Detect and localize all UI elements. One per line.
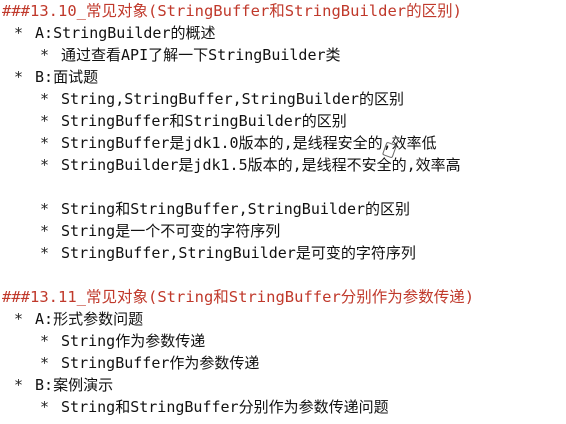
sub-list-item: * 通过查看API了解一下StringBuilder类 — [40, 44, 341, 66]
sub-list-item: * String和StringBuffer分别作为参数传递问题 — [40, 396, 389, 418]
heading-text: ###13.11_常见对象(String和StringBuffer分别作为参数传… — [2, 288, 475, 306]
markdown-editor-view: ###13.10_常见对象(StringBuffer和StringBuilder… — [0, 0, 566, 424]
list-item-a: * A:形式参数问题 — [14, 308, 143, 330]
sub-list-item: * String作为参数传递 — [40, 330, 205, 352]
sub-item-text: StringBuffer,StringBuilder是可变的字符序列 — [61, 244, 416, 262]
sub-item-text: 通过查看API了解一下StringBuilder类 — [61, 46, 341, 64]
sub-item-text: String,StringBuffer,StringBuilder的区别 — [61, 90, 405, 108]
list-item-label: B:面试题 — [35, 68, 99, 86]
sub-item-text: StringBuffer是jdk1.0版本的,是线程安全的,效率低 — [61, 134, 437, 152]
sub-list-item: * StringBuffer作为参数传递 — [40, 352, 259, 374]
bullet-marker: * — [40, 90, 50, 108]
list-item-b: * B:面试题 — [14, 66, 98, 88]
bullet-marker: * — [14, 310, 24, 328]
bullet-marker: * — [40, 200, 50, 218]
sub-item-text: StringBuffer和StringBuilder的区别 — [61, 112, 347, 130]
sub-item-text: String是一个不可变的字符序列 — [61, 222, 281, 240]
bullet-marker: * — [14, 68, 24, 86]
list-item-label: A:形式参数问题 — [35, 310, 144, 328]
sub-item-text: String作为参数传递 — [61, 332, 206, 350]
bullet-marker: * — [40, 134, 50, 152]
sub-item-text: StringBuilder是jdk1.5版本的,是线程不安全的,效率高 — [61, 156, 461, 174]
section-heading-13-10: ###13.10_常见对象(StringBuffer和StringBuilder… — [2, 0, 462, 22]
section-heading-13-11: ###13.11_常见对象(String和StringBuffer分别作为参数传… — [2, 286, 474, 308]
bullet-marker: * — [40, 112, 50, 130]
sub-item-text: StringBuffer作为参数传递 — [61, 354, 260, 372]
list-item-a: * A:StringBuilder的概述 — [14, 22, 216, 44]
sub-list-item: * StringBuffer和StringBuilder的区别 — [40, 110, 347, 132]
bullet-marker: * — [40, 332, 50, 350]
bullet-marker: * — [14, 376, 24, 394]
sub-list-item: * String,StringBuffer,StringBuilder的区别 — [40, 88, 404, 110]
bullet-marker: * — [40, 354, 50, 372]
bullet-marker: * — [40, 156, 50, 174]
list-item-label: B:案例演示 — [35, 376, 114, 394]
sub-list-item: * String和StringBuffer,StringBuilder的区别 — [40, 198, 410, 220]
sub-list-item: * String是一个不可变的字符序列 — [40, 220, 280, 242]
bullet-marker: * — [40, 222, 50, 240]
bullet-marker: * — [40, 46, 50, 64]
sub-list-item: * StringBuilder是jdk1.5版本的,是线程不安全的,效率高 — [40, 154, 461, 176]
sub-list-item: * StringBuffer是jdk1.0版本的,是线程安全的,效率低 — [40, 132, 437, 154]
sub-item-text: String和StringBuffer,StringBuilder的区别 — [61, 200, 411, 218]
heading-text: ###13.10_常见对象(StringBuffer和StringBuilder… — [2, 2, 462, 20]
sub-list-item: * StringBuffer,StringBuilder是可变的字符序列 — [40, 242, 416, 264]
list-item-b: * B:案例演示 — [14, 374, 113, 396]
list-item-label: A:StringBuilder的概述 — [35, 24, 216, 42]
bullet-marker: * — [40, 398, 50, 416]
sub-item-text: String和StringBuffer分别作为参数传递问题 — [61, 398, 389, 416]
bullet-marker: * — [40, 244, 50, 262]
bullet-marker: * — [14, 24, 24, 42]
